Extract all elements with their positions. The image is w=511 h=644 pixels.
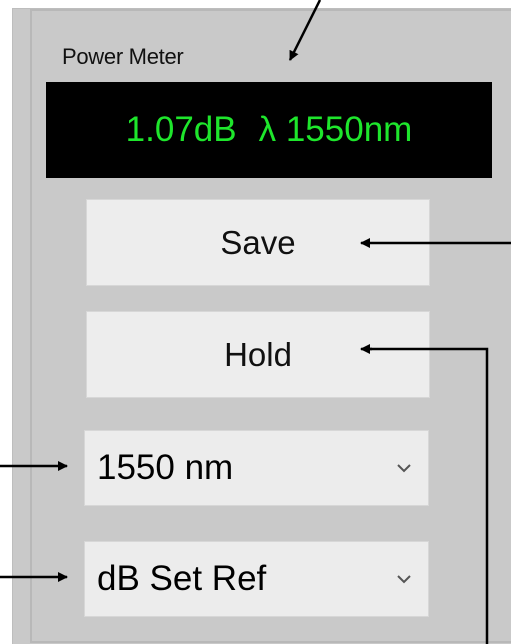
chevron-down-icon (397, 575, 411, 584)
wavelength-select[interactable]: 1550 nm (84, 430, 429, 506)
power-meter-title: Power Meter (62, 44, 184, 69)
screenshot-stage: Power Meter 1.07dB λ 1550nm Save Hold 15… (0, 0, 511, 644)
reference-mode-select[interactable]: dB Set Ref (84, 541, 429, 617)
hold-button[interactable]: Hold (86, 311, 430, 398)
power-value: 1.07dB (125, 110, 237, 149)
save-button[interactable]: Save (86, 199, 430, 286)
reference-mode-select-value: dB Set Ref (97, 559, 267, 598)
hold-button-label: Hold (224, 335, 292, 373)
wavelength-value: λ 1550nm (258, 110, 413, 149)
save-button-label: Save (220, 223, 296, 261)
wavelength-select-value: 1550 nm (97, 448, 234, 487)
power-readout-display: 1.07dB λ 1550nm (46, 82, 492, 178)
chevron-down-icon (397, 464, 411, 473)
